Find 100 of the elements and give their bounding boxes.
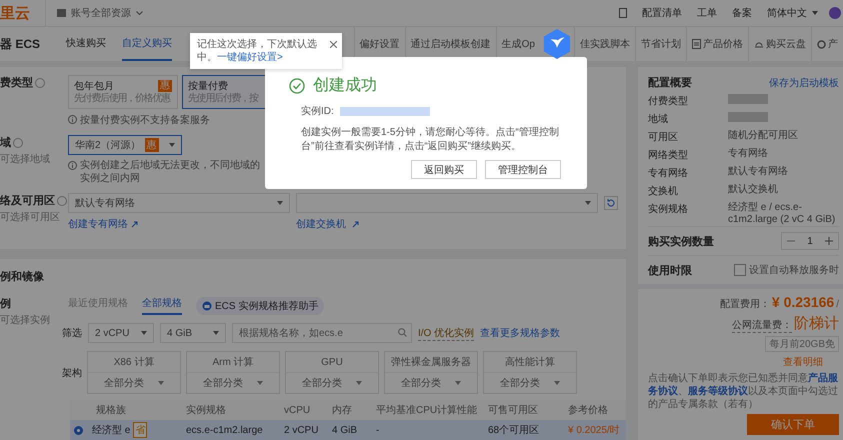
summary-label: 专有网络: [648, 166, 689, 180]
instance-id-label: 实例ID:: [301, 104, 334, 118]
dialog-button[interactable]: 返回购买: [411, 160, 477, 179]
view-details-link[interactable]: 查看明细: [783, 355, 823, 369]
spec-tab[interactable]: 最近使用规格: [68, 296, 128, 315]
caret-icon: [455, 381, 461, 385]
caret-icon: [169, 143, 175, 147]
summary-label: 实例规格: [648, 202, 689, 216]
assistant-button[interactable]: ECS 实例规格推荐助手: [196, 296, 324, 314]
account-selector[interactable]: 账号全部资源: [71, 6, 131, 20]
info-icon: [68, 115, 77, 124]
column-header: 内存: [332, 404, 353, 417]
field-hint: 可选择实例: [0, 314, 50, 327]
table-cell: 2 vCPU: [284, 424, 318, 436]
toolbar-item[interactable]: 购买云盘: [748, 27, 811, 61]
section-title: 例和镜像: [0, 270, 45, 284]
fee-unit: /: [836, 299, 839, 310]
more-params-link[interactable]: 查看更多规格参数: [480, 326, 560, 340]
auto-release-label: 设置自动释放服务时: [749, 264, 839, 277]
redacted-block: [728, 94, 768, 104]
summary-label: 交换机: [648, 184, 679, 198]
filter-select[interactable]: 2 vCPU: [88, 323, 154, 343]
top-nav-link[interactable]: 工单: [697, 6, 717, 20]
spec-tab[interactable]: 全部规格: [142, 296, 182, 315]
search-icon[interactable]: [398, 328, 407, 337]
save-template-link[interactable]: 保存为启动模板: [769, 76, 839, 90]
column-header: 可售可用区: [488, 404, 539, 417]
filter-label: 筛选: [62, 326, 82, 340]
arch-label: 架构: [62, 366, 82, 380]
bird-logo-icon[interactable]: [542, 28, 572, 60]
save-badge: 省: [133, 422, 148, 438]
architecture-card[interactable]: 弹性裸金属服务器 全部分类: [384, 351, 478, 394]
help-icon[interactable]: [35, 78, 45, 88]
architecture-card[interactable]: Arm 计算 全部分类: [186, 351, 280, 394]
column-header: 实例规格: [186, 404, 227, 417]
table-cell: -: [376, 424, 380, 436]
billing-option[interactable]: 包年包月 惠 先付费后使用，价格优惠: [68, 75, 178, 109]
refresh-icon[interactable]: [604, 196, 618, 210]
info-note: 按量付费实例不支持备案服务: [80, 114, 210, 127]
redacted-block: [728, 112, 768, 122]
region-select[interactable]: 华南2（河源） 惠: [68, 135, 182, 155]
summary-title: 配置概要: [648, 76, 692, 90]
fee-label: 配置费用：: [720, 298, 770, 311]
checkbox[interactable]: [734, 264, 746, 276]
price-list-icon: [692, 39, 701, 49]
table-cell: 4 GiB: [332, 424, 358, 436]
radio-button[interactable]: [74, 426, 83, 434]
field-label: 费类型: [0, 76, 33, 90]
summary-label: 网络类型: [648, 148, 689, 162]
table-cell-text: ¥ 0.2025/时: [568, 424, 620, 437]
help-icon[interactable]: [57, 196, 67, 206]
free-quota-tag: 每月前20GB免: [765, 336, 839, 352]
create-vpc-link[interactable]: 创建专有网络: [68, 217, 128, 231]
caret-icon: [356, 381, 362, 385]
toolbar-item[interactable]: 产品价格: [686, 27, 748, 61]
dialog-button[interactable]: 管理控制台: [485, 160, 561, 179]
success-check-icon: [289, 78, 305, 94]
logo-text: 里云: [0, 4, 30, 22]
vpc-select[interactable]: 默认专有网络: [68, 193, 290, 213]
caret-icon: [141, 331, 147, 335]
top-nav-link[interactable]: 配置清单: [642, 6, 682, 20]
create-vswitch-link[interactable]: 创建交换机: [296, 217, 346, 231]
field-hint: 可选择可用区: [0, 210, 60, 224]
caret-icon: [277, 201, 283, 205]
column-header: 参考价格: [568, 404, 609, 417]
dialog-title: 创建成功: [313, 76, 377, 96]
fee-label: 公网流量费：: [732, 318, 792, 333]
info-note: 实例创建之后地域无法更改，不同地域的实例之间内网: [80, 159, 260, 185]
toolbar-item[interactable]: 产: [811, 27, 843, 61]
purchase-tab[interactable]: 自定义购买: [122, 27, 172, 61]
architecture-card[interactable]: 高性能计算 全部分类: [483, 351, 577, 394]
agreement-text: 点击确认下单即表示您已知悉并同意产品服务协议、服务等级协议以及本页面中勾选过的产品专属条款（若有）: [648, 372, 839, 411]
caret-icon: [812, 11, 818, 15]
toolbar-item[interactable]: 节省计划: [635, 27, 686, 61]
column-header: 平均基准CPU计算性能: [376, 404, 478, 417]
filter-select[interactable]: 4 GiB: [160, 323, 226, 343]
help-icon[interactable]: [13, 138, 23, 148]
chevron-down-icon: [136, 11, 143, 15]
preference-link[interactable]: 一键偏好设置>: [217, 52, 283, 63]
column-header: 规格族: [95, 404, 127, 417]
language-selector[interactable]: 简体中文: [767, 6, 807, 20]
field-label: 域: [0, 136, 11, 150]
avatar[interactable]: [829, 7, 841, 19]
external-link-icon: [131, 220, 138, 228]
purchase-tab[interactable]: 快速购买: [66, 27, 106, 61]
close-icon[interactable]: [330, 41, 337, 48]
summary-value: 默认专有网络: [728, 166, 788, 178]
tooltip-text: 记住这次选择，下次默认选中。一键偏好设置>: [197, 38, 318, 64]
field-label: 络及可用区: [0, 194, 55, 208]
caret-icon: [585, 201, 591, 205]
top-nav-link[interactable]: 备案: [732, 6, 752, 20]
confirm-order-button[interactable]: 确认下单: [747, 414, 839, 435]
summary-label: 地域: [648, 112, 669, 126]
summary-label: 可用区: [648, 131, 679, 144]
summary-label: 付费类型: [648, 94, 689, 108]
architecture-card[interactable]: X86 计算 全部分类: [87, 351, 181, 394]
table-cell-text: 68个可用区: [488, 424, 540, 437]
vswitch-select[interactable]: [296, 193, 598, 213]
search-field[interactable]: 根据规格名称，如ecs.e: [232, 323, 412, 343]
column-header: vCPU: [284, 404, 312, 416]
